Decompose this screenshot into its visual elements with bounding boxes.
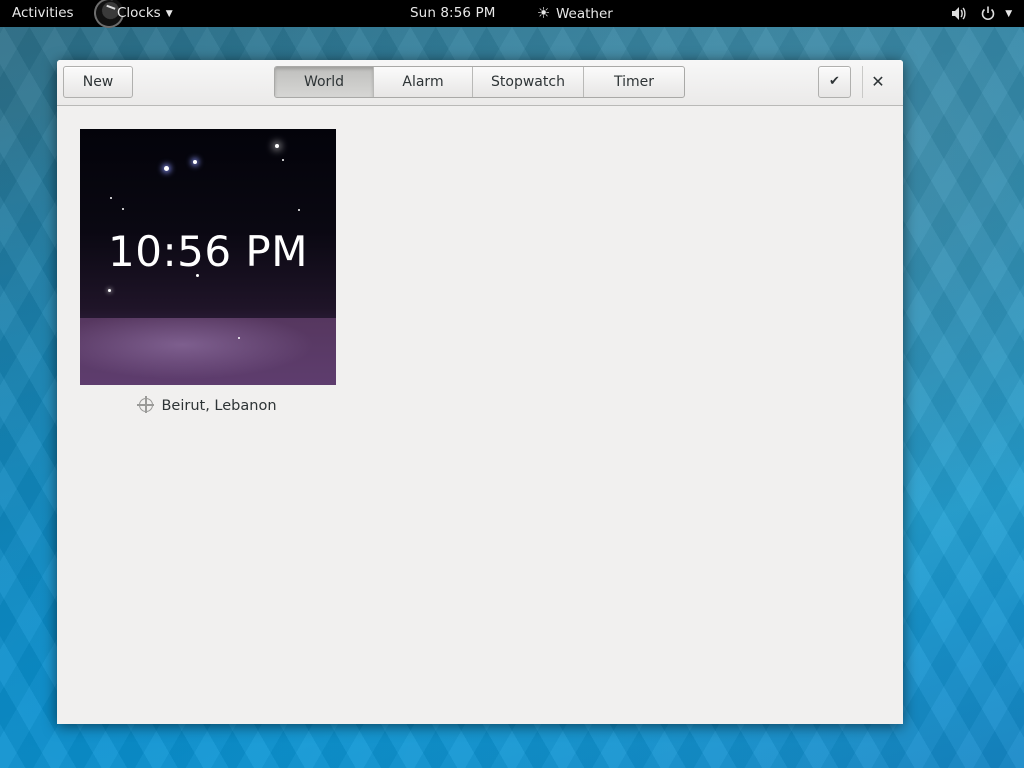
- select-button[interactable]: ✔: [818, 66, 851, 98]
- power-menu[interactable]: ▼: [980, 0, 1012, 27]
- view-switcher: World Alarm Stopwatch Timer: [274, 66, 685, 98]
- clock-location: Beirut, Lebanon: [80, 396, 336, 416]
- chevron-down-icon: ▼: [1005, 9, 1013, 19]
- close-icon: ✕: [871, 72, 885, 91]
- tab-alarm[interactable]: Alarm: [374, 67, 473, 97]
- star: [193, 160, 197, 164]
- top-bar: Activities Clocks ▼ Sun 8:56 PM ☀ Weather …: [0, 0, 1024, 34]
- star: [275, 144, 279, 148]
- star: [298, 209, 300, 211]
- header-bar: New World Alarm Stopwatch Timer ✔ ✕: [57, 60, 903, 106]
- tile-horizon: [80, 318, 336, 385]
- tab-world[interactable]: World: [275, 67, 374, 97]
- star: [122, 208, 124, 210]
- weather-label: Weather: [556, 6, 613, 22]
- tab-stopwatch[interactable]: Stopwatch: [473, 67, 584, 97]
- tab-timer[interactable]: Timer: [584, 67, 684, 97]
- topbar-clock[interactable]: Sun 8:56 PM: [410, 0, 495, 27]
- checkmark-icon: ✔: [829, 74, 840, 89]
- clocks-window: New World Alarm Stopwatch Timer ✔ ✕ 10:5…: [57, 60, 903, 724]
- world-clock-tile[interactable]: 10:56 PM: [80, 129, 336, 385]
- star: [110, 197, 112, 199]
- app-menu-label: Clocks: [117, 5, 161, 21]
- location-icon: [137, 396, 155, 413]
- volume-icon[interactable]: [950, 0, 966, 27]
- close-button[interactable]: ✕: [867, 72, 889, 94]
- chevron-down-icon: ▼: [165, 9, 173, 19]
- activities-button[interactable]: Activities: [12, 0, 74, 27]
- star: [282, 159, 284, 161]
- sun-icon: ☀: [536, 4, 551, 22]
- power-icon: [980, 5, 1000, 21]
- clock-time: 10:56 PM: [108, 227, 308, 276]
- header-separator: [862, 66, 863, 98]
- star: [164, 166, 169, 171]
- location-label: Beirut, Lebanon: [161, 398, 277, 414]
- weather-indicator[interactable]: ☀ Weather: [535, 0, 613, 27]
- star: [108, 289, 111, 292]
- new-button[interactable]: New: [63, 66, 133, 98]
- star: [238, 337, 240, 339]
